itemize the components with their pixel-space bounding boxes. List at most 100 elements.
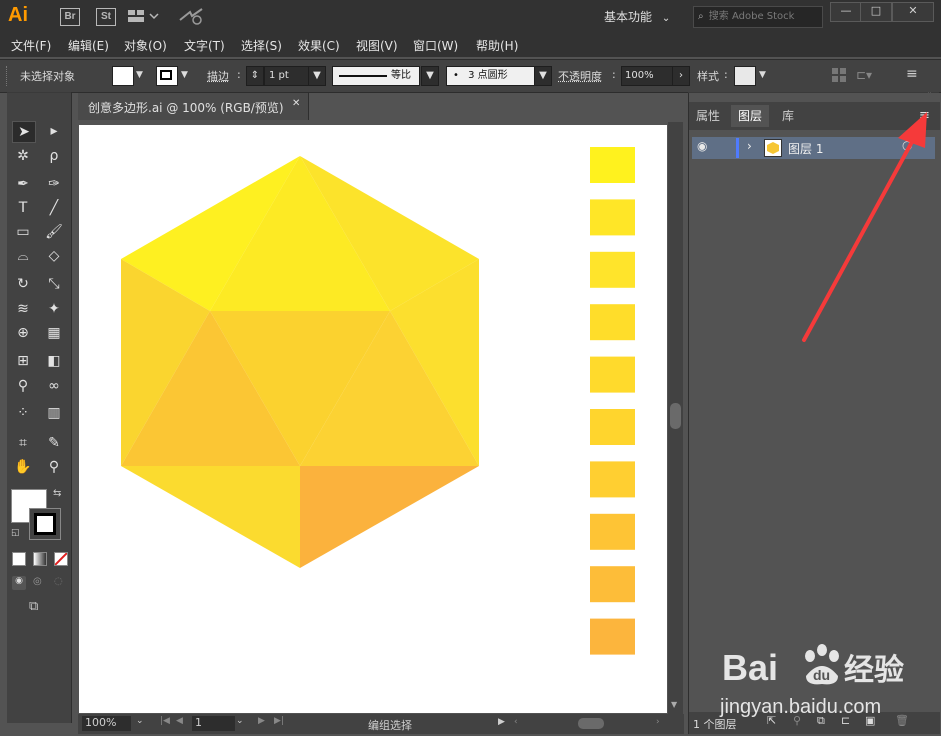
perspective-grid-tool-icon[interactable]: ▦: [43, 323, 65, 343]
shaper-tool-icon[interactable]: ⌓: [12, 246, 34, 266]
stroke-profile-dropdown[interactable]: 等比: [332, 66, 420, 86]
chevron-down-icon[interactable]: ⌄: [136, 716, 144, 726]
stock-search-field[interactable]: ⌕ 搜索 Adobe Stock: [693, 6, 823, 28]
chevron-down-icon[interactable]: ▼: [308, 66, 326, 86]
panel-grip[interactable]: [6, 66, 10, 86]
paintbrush-tool-icon[interactable]: 🖌: [43, 222, 65, 242]
illustrator-logo[interactable]: Ai: [8, 4, 28, 27]
gradient-tool-icon[interactable]: ◧: [43, 351, 65, 371]
chevron-down-icon[interactable]: ▼: [534, 66, 552, 86]
blend-tool-icon[interactable]: ∞: [43, 376, 65, 396]
menu-select[interactable]: 选择(S): [241, 37, 282, 54]
minimize-button[interactable]: —: [830, 2, 862, 22]
chevron-down-icon[interactable]: ▼: [181, 70, 188, 80]
vertical-scrollbar[interactable]: ▼: [668, 122, 683, 714]
graphic-style-swatch[interactable]: [734, 66, 756, 86]
selection-tool-icon[interactable]: ➤: [12, 121, 36, 143]
opacity-label[interactable]: 不透明度: [558, 68, 602, 84]
mesh-tool-icon[interactable]: ⊞: [12, 351, 34, 371]
color-swatch[interactable]: [590, 304, 635, 341]
color-swatch[interactable]: [590, 566, 635, 603]
puppet-warp-tool-icon[interactable]: ✦: [43, 299, 65, 319]
column-graph-tool-icon[interactable]: ▥: [43, 403, 65, 423]
draw-normal-icon[interactable]: ◉: [12, 576, 26, 590]
gpu-performance-icon[interactable]: [178, 6, 204, 29]
scroll-left-icon[interactable]: ‹: [514, 717, 518, 727]
zoom-tool-icon[interactable]: ⚲: [43, 457, 65, 477]
menu-view[interactable]: 视图(V): [356, 37, 398, 54]
screen-mode-icon[interactable]: ⧉: [29, 599, 38, 614]
menu-help[interactable]: 帮助(H): [476, 37, 518, 54]
tab-libraries[interactable]: 库: [775, 105, 801, 127]
stroke-swatch[interactable]: [29, 508, 61, 540]
stroke-label[interactable]: 描边: [207, 68, 229, 84]
color-swatch[interactable]: [590, 356, 635, 393]
direct-selection-tool-icon[interactable]: ▸: [43, 121, 65, 141]
last-artboard-icon[interactable]: ▶|: [274, 716, 284, 726]
bridge-button[interactable]: Br: [60, 8, 80, 26]
line-tool-icon[interactable]: ╱: [43, 198, 65, 218]
fill-color-swatch[interactable]: [112, 66, 134, 86]
next-artboard-icon[interactable]: ▶: [258, 716, 265, 726]
draw-inside-icon[interactable]: ◌: [54, 576, 63, 587]
polygon-hexagon[interactable]: [121, 156, 479, 568]
workspace-switcher[interactable]: 基本功能 ⌄: [604, 8, 670, 25]
layer-row[interactable]: ◉ › 图层 1 ○: [692, 137, 935, 159]
scale-tool-icon[interactable]: ⤡: [43, 274, 65, 294]
artboard[interactable]: [79, 125, 667, 713]
draw-behind-icon[interactable]: ◎: [33, 576, 42, 587]
control-menu-icon[interactable]: ≡: [906, 66, 918, 82]
artboard-number-field[interactable]: 1: [192, 716, 235, 731]
chevron-right-icon[interactable]: ›: [672, 66, 690, 86]
tab-layers[interactable]: 图层: [731, 105, 770, 127]
maximize-button[interactable]: □: [860, 2, 892, 22]
pen-tool-icon[interactable]: ✒: [12, 174, 34, 194]
gradient-mode-icon[interactable]: [33, 552, 47, 566]
stock-button[interactable]: St: [96, 8, 116, 26]
swap-fill-stroke-icon[interactable]: ⇆: [53, 488, 61, 499]
visibility-eye-icon[interactable]: ◉: [697, 139, 707, 153]
layer-name[interactable]: 图层 1: [788, 140, 823, 157]
chevron-down-icon[interactable]: ▼: [671, 700, 677, 709]
menu-window[interactable]: 窗口(W): [413, 37, 458, 54]
shape-builder-tool-icon[interactable]: ⊕: [12, 323, 34, 343]
arrange-documents-icon[interactable]: [128, 9, 162, 26]
document-tab[interactable]: 创意多边形.ai @ 100% (RGB/预览) ✕: [78, 93, 309, 120]
color-swatch[interactable]: [590, 409, 635, 445]
color-swatch[interactable]: [590, 618, 635, 655]
status-menu-arrow-icon[interactable]: ▶: [498, 717, 505, 727]
slice-tool-icon[interactable]: ✎: [43, 433, 65, 453]
horizontal-scrollbar-thumb[interactable]: [578, 718, 604, 729]
menu-type[interactable]: 文字(T): [184, 37, 225, 54]
previous-artboard-icon[interactable]: ◀: [176, 716, 183, 726]
hand-tool-icon[interactable]: ✋: [12, 457, 34, 477]
menu-object[interactable]: 对象(O): [124, 37, 167, 54]
width-tool-icon[interactable]: ≋: [12, 299, 34, 319]
brush-definition-dropdown[interactable]: • 3 点圆形: [446, 66, 540, 86]
first-artboard-icon[interactable]: |◀: [160, 716, 170, 726]
zoom-field[interactable]: 100%: [82, 716, 131, 731]
stroke-color-swatch[interactable]: [156, 66, 178, 86]
rotate-tool-icon[interactable]: ↻: [12, 274, 34, 294]
default-fill-stroke-icon[interactable]: ◱: [11, 528, 20, 538]
align-options-icon[interactable]: ⊏▾: [856, 68, 872, 82]
color-mode-icon[interactable]: [12, 552, 26, 566]
menu-edit[interactable]: 编辑(E): [68, 37, 109, 54]
chevron-down-icon[interactable]: ▼: [421, 66, 439, 86]
eraser-tool-icon[interactable]: ◇: [43, 246, 65, 266]
color-swatch[interactable]: [590, 461, 635, 498]
tab-properties[interactable]: 属性: [689, 105, 727, 127]
stroke-weight-stepper[interactable]: ⇕: [246, 66, 264, 86]
opacity-input[interactable]: 100%: [621, 66, 674, 86]
color-swatch[interactable]: [590, 147, 635, 183]
close-tab-icon[interactable]: ✕: [292, 98, 300, 109]
recolor-artwork-icon[interactable]: [832, 68, 846, 85]
symbol-sprayer-tool-icon[interactable]: ⁘: [12, 403, 34, 423]
color-swatch[interactable]: [590, 251, 635, 288]
lasso-tool-icon[interactable]: ρ: [43, 146, 65, 166]
rectangle-tool-icon[interactable]: ▭: [12, 222, 34, 242]
scrollbar-thumb[interactable]: [670, 403, 681, 429]
color-swatch[interactable]: [590, 199, 635, 236]
chevron-down-icon[interactable]: ⌄: [236, 716, 244, 726]
scroll-right-icon[interactable]: ›: [656, 717, 660, 727]
